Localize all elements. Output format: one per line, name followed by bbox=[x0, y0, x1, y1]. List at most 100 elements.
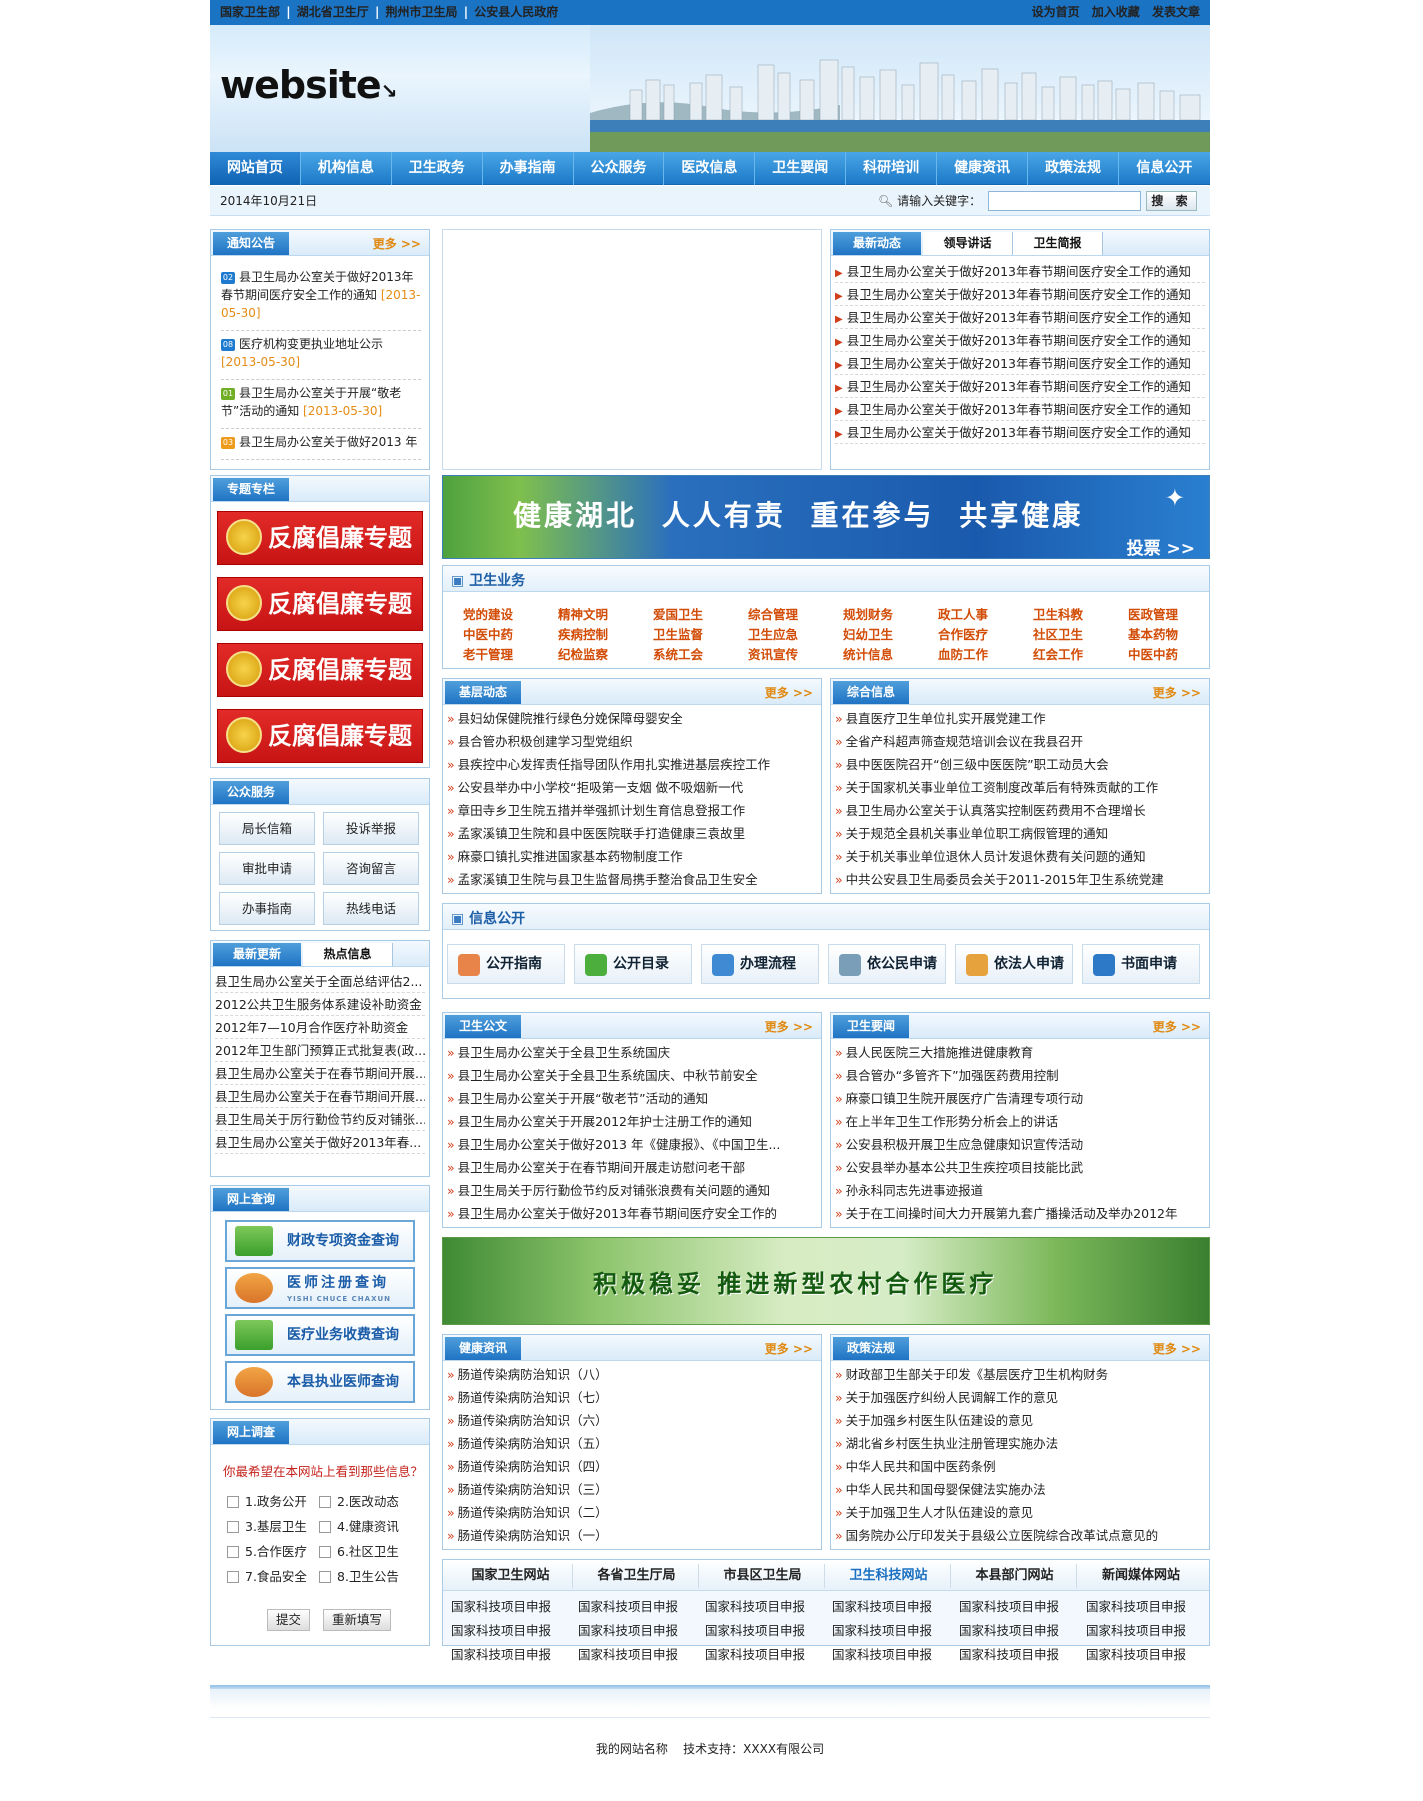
list-item[interactable]: » 孟家溪镇卫生院与县卫生监督局携手整治食品卫生安全 bbox=[447, 868, 817, 891]
service-guide-button[interactable]: 办事指南 bbox=[219, 892, 315, 925]
list-item[interactable]: » 县卫生局办公室关于开展2012年护士注册工作的通知 bbox=[447, 1110, 817, 1133]
nav-info-open[interactable]: 信息公开 bbox=[1119, 152, 1210, 185]
tab-hot-info[interactable]: 热点信息 bbox=[303, 943, 393, 966]
list-item[interactable]: » 肠道传染病防治知识（八） bbox=[447, 1363, 817, 1386]
rural-cooperative-banner[interactable]: 积极稳妥 推进新型农村合作医疗 bbox=[442, 1237, 1210, 1325]
business-link[interactable]: 中医中药 bbox=[453, 624, 523, 643]
legal-person-request-button[interactable]: 依法人申请 bbox=[955, 944, 1073, 984]
list-item[interactable]: 2012公共卫生服务体系建设补助资金 bbox=[215, 993, 425, 1016]
survey-option[interactable]: 2.医改动态 bbox=[319, 1491, 399, 1510]
business-link[interactable]: 合作医疗 bbox=[928, 624, 998, 643]
tab-health-brief[interactable]: 卫生简报 bbox=[1013, 232, 1103, 255]
list-item[interactable]: » 肠道传染病防治知识（七） bbox=[447, 1386, 817, 1409]
open-guide-button[interactable]: 公开指南 bbox=[447, 944, 565, 984]
anti-corruption-banner[interactable]: 反腐倡廉专题 bbox=[217, 511, 423, 565]
list-item[interactable]: ▶ 县卫生局办公室关于做好2013年春节期间医疗安全工作的通知 bbox=[835, 306, 1205, 329]
list-item[interactable]: » 县卫生局办公室关于开展“敬老节”活动的通知 bbox=[447, 1087, 817, 1110]
list-item[interactable]: » 麻豪口镇卫生院开展医疗广告清理专项行动 bbox=[835, 1087, 1205, 1110]
checkbox[interactable] bbox=[319, 1496, 331, 1508]
tab-latest-updates[interactable]: 最新更新 bbox=[213, 943, 301, 966]
nav-research[interactable]: 科研培训 bbox=[846, 152, 938, 185]
list-item[interactable]: » 县合管办“多管齐下”加强医药费用控制 bbox=[835, 1064, 1205, 1087]
submit-button[interactable]: 提交 bbox=[267, 1609, 311, 1631]
checkbox[interactable] bbox=[319, 1521, 331, 1533]
survey-option[interactable]: 6.社区卫生 bbox=[319, 1541, 399, 1560]
list-item[interactable]: » 关于加强医疗纠纷人民调解工作的意见 bbox=[835, 1386, 1205, 1409]
gov-link-3[interactable]: 荆州市卫生局 bbox=[386, 5, 458, 19]
health-hubei-banner[interactable]: 健康湖北 人人有责 重在参与 共享健康 投票 >> ✦ bbox=[442, 475, 1210, 559]
list-item[interactable]: » 县卫生局办公室关于做好2013 年《健康报》、《中国卫生... bbox=[447, 1133, 817, 1156]
list-item[interactable]: 县卫生局办公室关于全面总结评估2... bbox=[215, 970, 425, 993]
tab-latest-news[interactable]: 最新动态 bbox=[833, 232, 921, 255]
friend-link[interactable]: 国家科技项目申报 bbox=[578, 1596, 678, 1615]
list-item[interactable]: » 县卫生局办公室关于认真落实控制医药费用不合理增长 bbox=[835, 799, 1205, 822]
friend-link[interactable]: 国家科技项目申报 bbox=[705, 1620, 805, 1639]
tab-leader-speech[interactable]: 领导讲话 bbox=[923, 232, 1013, 255]
tab-city-sites[interactable]: 市县区卫生局 bbox=[701, 1564, 825, 1588]
list-item[interactable]: » 财政部卫生部关于印发《基层医疗卫生机构财务 bbox=[835, 1363, 1205, 1386]
list-item[interactable]: » 县妇幼保健院推行绿色分娩保障母婴安全 bbox=[447, 707, 817, 730]
grassroots-more-link[interactable]: 更多 >> bbox=[765, 684, 813, 701]
business-link[interactable]: 综合管理 bbox=[738, 604, 808, 623]
add-favorite-link[interactable]: 加入收藏 bbox=[1092, 5, 1140, 19]
list-item[interactable]: » 麻豪口镇扎实推进国家基本药物制度工作 bbox=[447, 845, 817, 868]
checkbox[interactable] bbox=[227, 1546, 239, 1558]
friend-link[interactable]: 国家科技项目申报 bbox=[832, 1596, 932, 1615]
list-item[interactable]: » 关于国家机关事业单位工资制度改革后有特殊贡献的工作 bbox=[835, 776, 1205, 799]
friend-link[interactable]: 国家科技项目申报 bbox=[705, 1644, 805, 1663]
list-item[interactable]: » 孙永科同志先进事迹报道 bbox=[835, 1179, 1205, 1202]
business-link[interactable]: 规划财务 bbox=[833, 604, 903, 623]
notice-item[interactable]: 02 县卫生局办公室关于做好2013年春节期间医疗安全工作的通知 [2013-05… bbox=[221, 264, 421, 331]
anti-corruption-banner[interactable]: 反腐倡廉专题 bbox=[217, 709, 423, 763]
friend-link[interactable]: 国家科技项目申报 bbox=[959, 1644, 1059, 1663]
approval-request-button[interactable]: 审批申请 bbox=[219, 852, 315, 885]
business-link[interactable]: 政工人事 bbox=[928, 604, 998, 623]
list-item[interactable]: 县卫生局关于厉行勤俭节约反对铺张... bbox=[215, 1108, 425, 1131]
list-item[interactable]: » 肠道传染病防治知识（四） bbox=[447, 1455, 817, 1478]
checkbox[interactable] bbox=[227, 1571, 239, 1583]
business-link[interactable]: 爱国卫生 bbox=[643, 604, 713, 623]
list-item[interactable]: ▶ 县卫生局办公室关于做好2013年春节期间医疗安全工作的通知 bbox=[835, 352, 1205, 375]
list-item[interactable]: » 县卫生局办公室关于在春节期间开展走访慰问老干部 bbox=[447, 1156, 817, 1179]
list-item[interactable]: 县卫生局办公室关于做好2013年春... bbox=[215, 1131, 425, 1154]
business-link[interactable]: 统计信息 bbox=[833, 644, 903, 663]
list-item[interactable]: » 肠道传染病防治知识（三） bbox=[447, 1478, 817, 1501]
list-item[interactable]: » 县人民医院三大措施推进健康教育 bbox=[835, 1041, 1205, 1064]
notice-item[interactable]: 03 县卫生局办公室关于做好2013 年 bbox=[221, 429, 421, 460]
open-catalog-button[interactable]: 公开目录 bbox=[574, 944, 692, 984]
tab-media-sites[interactable]: 新闻媒体网站 bbox=[1079, 1564, 1203, 1588]
business-link[interactable]: 老干管理 bbox=[453, 644, 523, 663]
list-item[interactable]: » 肠道传染病防治知识（二） bbox=[447, 1501, 817, 1524]
nav-health-news[interactable]: 卫生要闻 bbox=[755, 152, 847, 185]
friend-link[interactable]: 国家科技项目申报 bbox=[1086, 1620, 1186, 1639]
business-link[interactable]: 卫生科教 bbox=[1023, 604, 1093, 623]
friend-link[interactable]: 国家科技项目申报 bbox=[959, 1596, 1059, 1615]
tab-provincial-sites[interactable]: 各省卫生厅局 bbox=[575, 1564, 699, 1588]
list-item[interactable]: » 关于机关事业单位退休人员计发退休费有关问题的通知 bbox=[835, 845, 1205, 868]
nav-org-info[interactable]: 机构信息 bbox=[301, 152, 392, 185]
business-link[interactable]: 精神文明 bbox=[548, 604, 618, 623]
friend-link[interactable]: 国家科技项目申报 bbox=[959, 1620, 1059, 1639]
list-item[interactable]: » 肠道传染病防治知识（一） bbox=[447, 1524, 817, 1547]
vote-link[interactable]: 投票 >> bbox=[1127, 534, 1195, 558]
friend-link[interactable]: 国家科技项目申报 bbox=[705, 1596, 805, 1615]
director-mailbox-button[interactable]: 局长信箱 bbox=[219, 812, 315, 845]
list-item[interactable]: » 孟家溪镇卫生院和县中医医院联手打造健康三袁故里 bbox=[447, 822, 817, 845]
list-item[interactable]: » 公安县举办基本公共卫生疾控项目技能比武 bbox=[835, 1156, 1205, 1179]
list-item[interactable]: » 公安县积极开展卫生应急健康知识宣传活动 bbox=[835, 1133, 1205, 1156]
business-link[interactable]: 纪检监察 bbox=[548, 644, 618, 663]
list-item[interactable]: » 关于加强卫生人才队伍建设的意见 bbox=[835, 1501, 1205, 1524]
tab-national-sites[interactable]: 国家卫生网站 bbox=[449, 1564, 573, 1588]
written-request-button[interactable]: 书面申请 bbox=[1082, 944, 1200, 984]
tab-county-sites[interactable]: 本县部门网站 bbox=[953, 1564, 1077, 1588]
list-item[interactable]: ▶ 县卫生局办公室关于做好2013年春节期间医疗安全工作的通知 bbox=[835, 421, 1205, 444]
nav-guide[interactable]: 办事指南 bbox=[483, 152, 574, 185]
complaint-button[interactable]: 投诉举报 bbox=[323, 812, 419, 845]
list-item[interactable]: ▶ 县卫生局办公室关于做好2013年春节期间医疗安全工作的通知 bbox=[835, 260, 1205, 283]
friend-link[interactable]: 国家科技项目申报 bbox=[451, 1620, 551, 1639]
business-link[interactable]: 系统工会 bbox=[643, 644, 713, 663]
list-item[interactable]: ▶ 县卫生局办公室关于做好2013年春节期间医疗安全工作的通知 bbox=[835, 329, 1205, 352]
general-more-link[interactable]: 更多 >> bbox=[1153, 684, 1201, 701]
business-link[interactable]: 基本药物 bbox=[1118, 624, 1188, 643]
consult-message-button[interactable]: 咨询留言 bbox=[323, 852, 419, 885]
